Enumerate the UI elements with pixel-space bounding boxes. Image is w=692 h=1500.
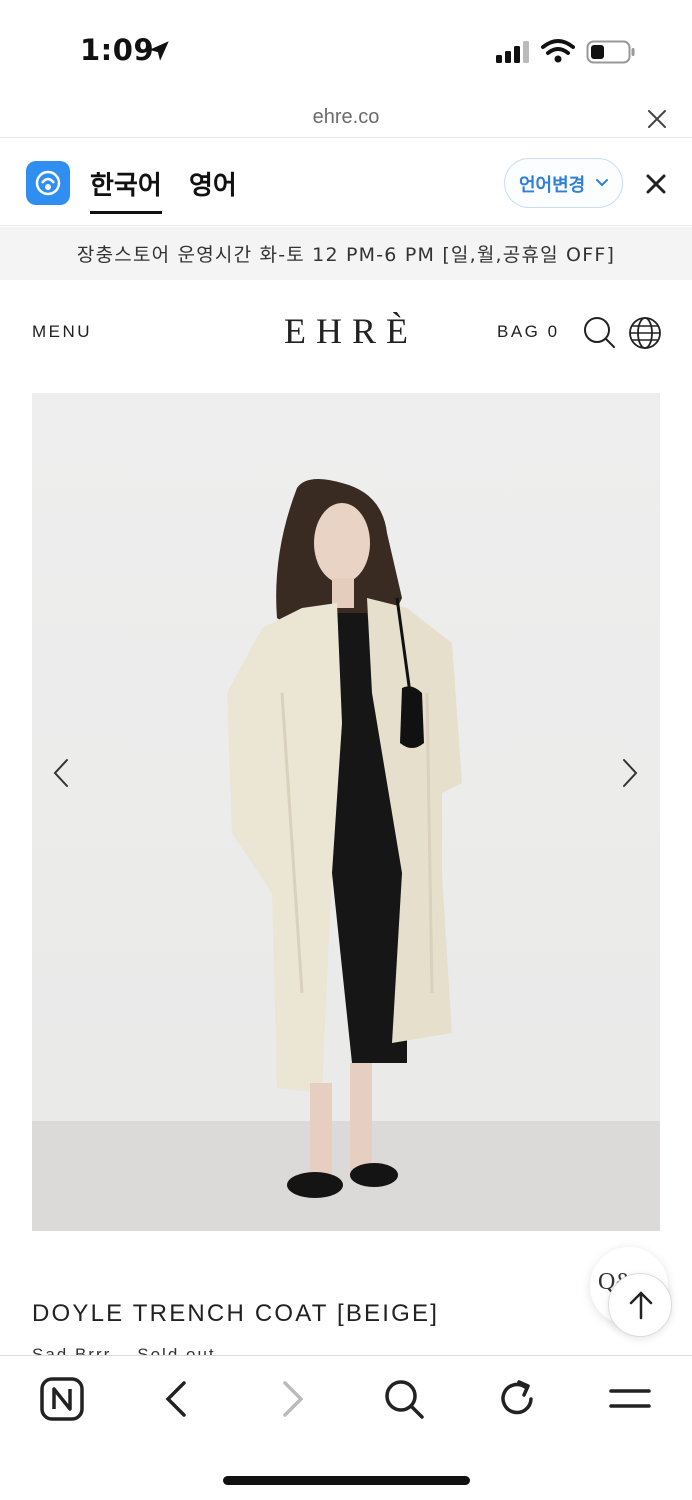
search-icon[interactable] — [381, 1376, 427, 1422]
location-arrow-icon — [149, 41, 169, 61]
back-icon[interactable] — [155, 1376, 201, 1422]
reload-icon[interactable] — [494, 1376, 540, 1422]
globe-icon[interactable] — [628, 316, 662, 350]
site-header: MENU EHRÈ BAG 0 — [0, 280, 692, 390]
naver-home-icon[interactable] — [39, 1376, 85, 1422]
bag-button[interactable]: BAG 0 — [497, 322, 560, 342]
forward-icon[interactable] — [268, 1376, 314, 1422]
close-translate-icon[interactable] — [645, 173, 667, 195]
product-photo — [227, 479, 462, 1198]
translate-bar: 한국어 영어 언어변경 — [0, 139, 692, 226]
tab-korean[interactable]: 한국어 — [90, 165, 162, 202]
product-image-carousel[interactable] — [32, 393, 660, 1231]
tab-english[interactable]: 영어 — [189, 165, 237, 202]
status-time: 1:09 — [80, 33, 155, 67]
cellular-signal-icon — [496, 41, 529, 63]
translate-logo-icon — [35, 170, 61, 196]
wifi-icon — [541, 39, 575, 63]
arrow-up-icon — [629, 1291, 653, 1320]
status-bar: 1:09 — [0, 0, 692, 100]
scroll-top-button[interactable] — [608, 1273, 672, 1337]
change-language-button[interactable]: 언어변경 — [504, 158, 623, 208]
product-title: DOYLE TRENCH COAT [BEIGE] — [32, 1300, 440, 1327]
announcement-banner: 장충스토어 운영시간 화-토 12 PM-6 PM [일,월,공휴일 OFF] — [0, 227, 692, 280]
url-domain[interactable]: ehre.co — [0, 106, 692, 129]
chevron-down-icon — [596, 179, 608, 187]
product-subtitle: Sad Brrr... Sold out — [32, 1345, 216, 1355]
papago-app-icon — [26, 161, 70, 205]
search-icon[interactable] — [582, 315, 616, 349]
chevron-right-icon[interactable] — [619, 757, 641, 789]
tab-active-indicator — [90, 211, 162, 214]
change-language-label: 언어변경 — [519, 175, 586, 196]
close-icon[interactable] — [646, 108, 668, 130]
chevron-left-icon[interactable] — [50, 757, 72, 789]
announcement-text: 장충스토어 운영시간 화-토 12 PM-6 PM [일,월,공휴일 OFF] — [76, 244, 616, 266]
url-bar[interactable]: ehre.co — [0, 100, 692, 138]
menu-icon[interactable] — [607, 1376, 653, 1422]
battery-icon — [586, 40, 635, 64]
home-indicator[interactable] — [223, 1476, 470, 1485]
